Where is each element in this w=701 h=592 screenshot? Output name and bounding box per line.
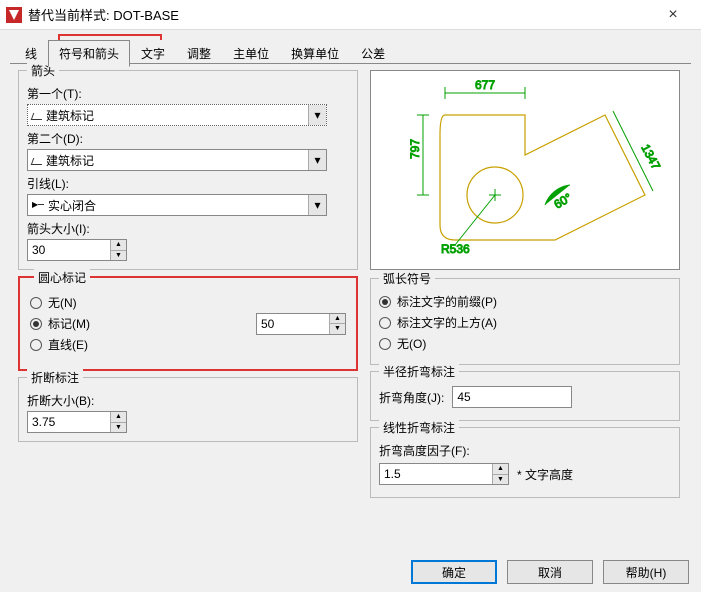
dialog-content: 线 符号和箭头 文字 调整 主单位 换算单位 公差 箭头 第一个(T): 建筑标… bbox=[0, 30, 701, 546]
dialog-buttons: 确定 取消 帮助(H) bbox=[411, 560, 689, 584]
group-arrowheads: 箭头 第一个(T): 建筑标记 ▾ 第二个(D): 建筑标记 ▾ 引线(L): … bbox=[18, 70, 358, 270]
center-size-value: 50 bbox=[257, 314, 329, 334]
svg-text:797: 797 bbox=[408, 139, 422, 159]
stepper-down-icon[interactable]: ▼ bbox=[493, 475, 508, 485]
spin-center-size[interactable]: 50 ▲▼ bbox=[256, 313, 346, 335]
legend-radius-jog: 半径折弯标注 bbox=[379, 363, 459, 380]
chevron-down-icon: ▾ bbox=[308, 105, 326, 125]
jog-factor-value: 1.5 bbox=[380, 464, 492, 484]
stepper-up-icon[interactable]: ▲ bbox=[111, 240, 126, 251]
group-dim-break: 折断标注 折断大小(B): 3.75 ▲▼ bbox=[18, 377, 358, 442]
group-arc-symbol: 弧长符号 标注文字的前缀(P) 标注文字的上方(A) 无(O) bbox=[370, 278, 680, 365]
arrow-size-value: 30 bbox=[28, 240, 110, 260]
label-second-arrow: 第二个(D): bbox=[27, 130, 349, 147]
dimension-preview: 677 797 1347 R536 60° bbox=[370, 70, 680, 270]
group-radius-jog: 半径折弯标注 折弯角度(J): 45 bbox=[370, 371, 680, 421]
radio-center-line[interactable]: 直线(E) bbox=[30, 336, 90, 353]
tab-symbols-arrows[interactable]: 符号和箭头 bbox=[48, 40, 130, 67]
spin-jog-factor[interactable]: 1.5 ▲▼ bbox=[379, 463, 509, 485]
label-leader: 引线(L): bbox=[27, 175, 349, 192]
cancel-button[interactable]: 取消 bbox=[507, 560, 593, 584]
label-first-arrow: 第一个(T): bbox=[27, 85, 349, 102]
preview-svg: 677 797 1347 R536 60° bbox=[385, 75, 665, 265]
radio-arc-before[interactable]: 标注文字的前缀(P) bbox=[379, 293, 671, 310]
chevron-down-icon: ▾ bbox=[308, 150, 326, 170]
combo-leader[interactable]: 实心闭合 ▾ bbox=[27, 194, 327, 216]
break-size-value: 3.75 bbox=[28, 412, 110, 432]
label-jog-factor: 折弯高度因子(F): bbox=[379, 442, 671, 459]
svg-text:1347: 1347 bbox=[638, 142, 663, 172]
svg-text:677: 677 bbox=[475, 78, 495, 92]
radio-arc-above[interactable]: 标注文字的上方(A) bbox=[379, 314, 671, 331]
spin-arrow-size[interactable]: 30 ▲▼ bbox=[27, 239, 127, 261]
tick-icon bbox=[32, 155, 42, 165]
combo-second-arrow[interactable]: 建筑标记 ▾ bbox=[27, 149, 327, 171]
help-button[interactable]: 帮助(H) bbox=[603, 560, 689, 584]
second-arrow-value: 建筑标记 bbox=[46, 152, 94, 169]
stepper-down-icon[interactable]: ▼ bbox=[330, 324, 345, 334]
stepper-up-icon[interactable]: ▲ bbox=[111, 412, 126, 423]
radio-center-mark[interactable]: 标记(M) bbox=[30, 315, 90, 332]
radio-center-none[interactable]: 无(N) bbox=[30, 294, 90, 311]
group-linear-jog: 线性折弯标注 折弯高度因子(F): 1.5 ▲▼ * 文字高度 bbox=[370, 427, 680, 498]
legend-dim-break: 折断标注 bbox=[27, 369, 83, 386]
group-center-mark: 圆心标记 无(N) 标记(M) 直线(E) 50 ▲▼ bbox=[26, 284, 350, 363]
label-break-size: 折断大小(B): bbox=[27, 392, 349, 409]
ok-button[interactable]: 确定 bbox=[411, 560, 497, 584]
stepper-down-icon[interactable]: ▼ bbox=[111, 423, 126, 433]
legend-center-mark: 圆心标记 bbox=[34, 269, 90, 286]
window-title: 替代当前样式: DOT-BASE bbox=[28, 5, 179, 24]
radio-arc-none[interactable]: 无(O) bbox=[379, 335, 671, 352]
stepper-up-icon[interactable]: ▲ bbox=[493, 464, 508, 475]
tick-icon bbox=[32, 110, 42, 120]
chevron-down-icon: ▾ bbox=[308, 195, 326, 215]
highlight-center-mark: 圆心标记 无(N) 标记(M) 直线(E) 50 ▲▼ bbox=[18, 276, 358, 371]
leader-value: 实心闭合 bbox=[48, 197, 96, 214]
legend-arc-symbol: 弧长符号 bbox=[379, 270, 435, 287]
combo-first-arrow[interactable]: 建筑标记 ▾ bbox=[27, 104, 327, 126]
stepper-up-icon[interactable]: ▲ bbox=[330, 314, 345, 325]
svg-text:R536: R536 bbox=[441, 242, 470, 256]
title-bar: 替代当前样式: DOT-BASE × bbox=[0, 0, 701, 30]
input-jog-angle[interactable]: 45 bbox=[452, 386, 572, 408]
legend-linear-jog: 线性折弯标注 bbox=[379, 419, 459, 436]
label-arrow-size: 箭头大小(I): bbox=[27, 220, 349, 237]
stepper-down-icon[interactable]: ▼ bbox=[111, 251, 126, 261]
first-arrow-value: 建筑标记 bbox=[46, 107, 94, 124]
label-jog-suffix: * 文字高度 bbox=[517, 466, 573, 483]
label-jog-angle: 折弯角度(J): bbox=[379, 389, 444, 406]
leader-icon bbox=[32, 200, 44, 210]
spin-break-size[interactable]: 3.75 ▲▼ bbox=[27, 411, 127, 433]
close-button[interactable]: × bbox=[653, 6, 693, 24]
app-icon bbox=[6, 7, 22, 23]
